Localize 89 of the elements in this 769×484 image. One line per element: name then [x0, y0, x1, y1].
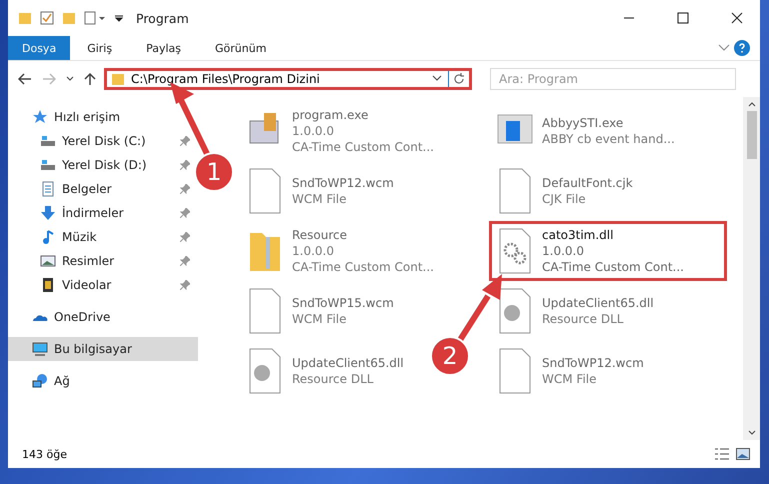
file-detail: CA-Time Custom Cont... — [542, 259, 684, 275]
file-name: SndToWP15.wcm — [292, 295, 394, 311]
file-detail: 1.0.0.0 — [542, 243, 585, 259]
sidebar-item[interactable]: Resimler — [8, 249, 198, 273]
file-name: SndToWP12.wcm — [542, 355, 644, 371]
star-icon — [32, 109, 48, 125]
sidebar-item[interactable]: Ağ — [8, 369, 198, 393]
sidebar-item[interactable]: Hızlı erişim — [8, 105, 198, 129]
file-detail: Resource DLL — [292, 371, 374, 387]
file-detail: WCM File — [542, 371, 598, 387]
ribbon-tab[interactable]: Paylaş — [129, 36, 198, 60]
down-arrow-icon — [40, 205, 56, 221]
file-item[interactable]: SndToWP15.wcm WCM File — [239, 281, 405, 341]
maximize-icon — [677, 12, 689, 24]
view-icon — [84, 11, 106, 25]
file-name: AbbyySTI.exe — [542, 115, 624, 131]
ribbon-tab[interactable]: Giriş — [70, 36, 130, 60]
picture-icon — [40, 253, 56, 269]
properties-icon — [40, 11, 54, 25]
window-title: Program — [136, 10, 189, 26]
address-path: C:\Program Files\Program Dizini — [131, 72, 321, 86]
file-detail: WCM File — [292, 311, 348, 327]
file-detail: CA-Time Custom Cont... — [292, 259, 434, 275]
refresh-icon — [453, 73, 465, 85]
file-name: DefaultFont.cjk — [542, 175, 633, 191]
step-number: 1 — [194, 152, 234, 192]
file-detail: CA-Time Custom Cont... — [292, 139, 434, 155]
file-name: UpdateClient65.dll — [292, 355, 404, 371]
back-button[interactable] — [16, 73, 34, 85]
close-icon — [731, 12, 743, 24]
file-name: cato3tim.dll — [542, 227, 614, 243]
computer-icon — [32, 341, 48, 357]
up-arrow-icon — [84, 72, 96, 86]
details-view-icon — [714, 448, 730, 460]
search-field[interactable]: Ara: Program — [490, 68, 736, 90]
file-name: Resource — [292, 227, 348, 243]
recent-locations-button[interactable] — [64, 76, 76, 82]
arrow — [457, 274, 502, 342]
ribbon-tab[interactable]: Dosya — [8, 36, 70, 60]
sidebar-item[interactable]: Müzik — [8, 225, 198, 249]
thumbnail-view-icon — [736, 448, 750, 460]
sidebar-item[interactable]: OneDrive — [8, 305, 198, 329]
network-icon — [32, 373, 48, 389]
drive-icon — [40, 157, 56, 173]
file-item[interactable]: DefaultFont.cjk CJK File — [489, 161, 644, 221]
file-item[interactable]: program.exe 1.0.0.0 CA-Time Custom Cont... — [239, 101, 445, 161]
file-item[interactable]: cato3tim.dll 1.0.0.0 CA-Time Custom Cont... — [489, 221, 727, 281]
scroll-down-icon — [748, 430, 756, 436]
sidebar-item[interactable]: Bu bilgisayar — [8, 337, 198, 361]
scroll-thumb[interactable] — [746, 111, 756, 159]
file-detail: WCM File — [292, 191, 348, 207]
file-detail: ABBY cb event hand... — [542, 131, 675, 147]
file-item[interactable]: SndToWP12.wcm WCM File — [239, 161, 405, 221]
scrollbar[interactable] — [743, 97, 760, 440]
dropdown-icon — [114, 13, 124, 23]
file-item[interactable]: SndToWP12.wcm WCM File — [489, 341, 655, 401]
ribbon-tab[interactable]: Görünüm — [198, 36, 284, 60]
drive-icon — [40, 133, 56, 149]
file-detail: CJK File — [542, 191, 587, 207]
file-item[interactable]: AbbyySTI.exe ABBY cb event hand... — [489, 101, 686, 161]
file-item[interactable]: Resource 1.0.0.0 CA-Time Custom Cont... — [239, 221, 445, 281]
chevron-down-icon — [66, 76, 74, 82]
file-item[interactable]: UpdateClient65.dll Resource DLL — [489, 281, 665, 341]
sidebar-item[interactable]: İndirmeler — [8, 201, 198, 225]
folder-icon — [111, 72, 125, 86]
back-arrow-icon — [18, 73, 32, 85]
sidebar-item[interactable]: Yerel Disk (C:) — [8, 129, 198, 153]
new-folder-icon — [62, 11, 76, 25]
file-detail: 1.0.0.0 — [292, 243, 335, 259]
chevron-down-icon — [432, 75, 442, 83]
music-note-icon — [40, 229, 56, 245]
sidebar-item[interactable]: Videolar — [8, 273, 198, 297]
chevron-down-icon — [718, 44, 730, 52]
scroll-up-icon — [748, 101, 756, 107]
file-name: UpdateClient65.dll — [542, 295, 654, 311]
forward-arrow-icon — [42, 73, 56, 85]
item-count: 143 öğe — [22, 448, 67, 460]
film-icon — [40, 277, 56, 293]
file-detail: 1.0.0.0 — [292, 123, 335, 139]
step-number: 2 — [430, 336, 470, 376]
help-icon — [734, 40, 750, 56]
address-bar[interactable]: C:\Program Files\Program Dizini — [104, 68, 472, 90]
file-name: program.exe — [292, 107, 370, 123]
file-detail: Resource DLL — [542, 311, 624, 327]
folder-icon — [18, 11, 32, 25]
up-button[interactable] — [82, 72, 98, 86]
document-icon — [40, 181, 56, 197]
file-item[interactable]: UpdateClient65.dll Resource DLL — [239, 341, 415, 401]
file-name: SndToWP12.wcm — [292, 175, 394, 191]
